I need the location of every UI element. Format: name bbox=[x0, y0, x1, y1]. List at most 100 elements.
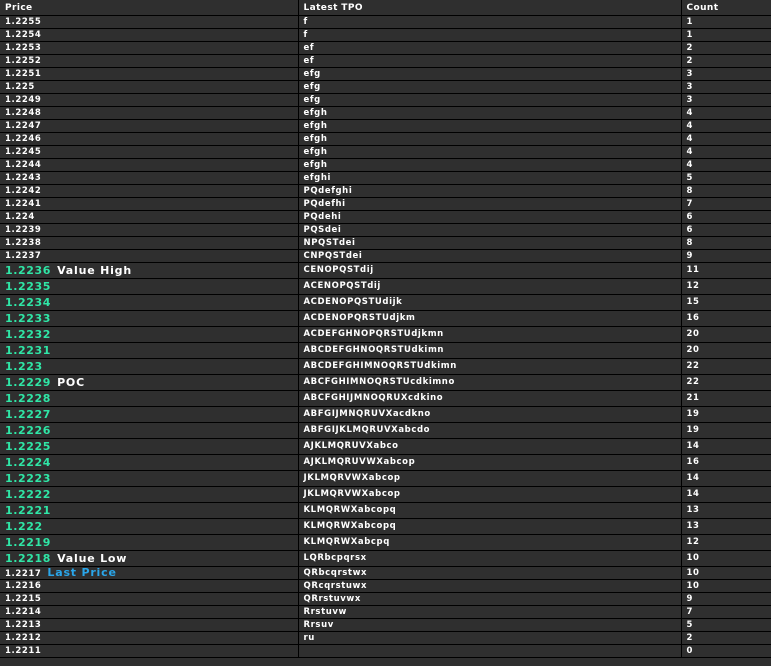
tpo-letters-cell: PQdefhi bbox=[297, 197, 681, 211]
table-row[interactable]: 1.2242 PQdefghi 8 bbox=[0, 184, 771, 198]
table-row[interactable]: 1.2214 Rrstuvw 7 bbox=[0, 605, 771, 619]
tpo-letters-cell: efgh bbox=[297, 158, 681, 172]
table-row[interactable]: 1.2243 efghi 5 bbox=[0, 171, 771, 185]
tpo-table-body: 1.2255 f 1 1.2254 f 1 1.2253 ef 2 1.2252 ef 2 1.2251… bbox=[0, 15, 771, 658]
price-cell: 1.2254 bbox=[0, 28, 298, 42]
table-row[interactable]: 1.2252 ef 2 bbox=[0, 54, 771, 68]
table-row[interactable]: 1.224 PQdehi 6 bbox=[0, 210, 771, 224]
table-row[interactable]: 1.2253 ef 2 bbox=[0, 41, 771, 55]
price-cell: 1.2243 bbox=[0, 171, 298, 185]
price-value: 1.2228 bbox=[5, 391, 52, 405]
tpo-letters-cell: ABCFGHIJMNOQRUXcdkino bbox=[297, 390, 681, 407]
price-value: 1.2216 bbox=[5, 580, 42, 591]
table-row[interactable]: 1.2238 NPQSTdei 8 bbox=[0, 236, 771, 250]
table-row[interactable]: 1.2244 efgh 4 bbox=[0, 158, 771, 172]
price-cell: 1.2221 bbox=[0, 502, 298, 519]
tpo-letters-cell: ABFGIJKLMQRUVXabcdo bbox=[297, 422, 681, 439]
price-cell: 1.2231 bbox=[0, 342, 298, 359]
table-row[interactable]: 1.2225 AJKLMQRUVXabco 14 bbox=[0, 438, 771, 455]
price-cell: 1.2211 bbox=[0, 644, 298, 658]
tpo-letters-cell: LQRbcpqrsx bbox=[297, 550, 681, 567]
price-cell: 1.2216 bbox=[0, 579, 298, 593]
price-cell: 1.2215 bbox=[0, 592, 298, 606]
tpo-letters-cell: ABCFGHIMNOQRSTUcdkimno bbox=[297, 374, 681, 391]
table-row[interactable]: 1.2231 ABCDEFGHNOQRSTUdkimn 20 bbox=[0, 342, 771, 359]
table-row[interactable]: 1.2232 ACDEFGHNOPQRSTUdjkmn 20 bbox=[0, 326, 771, 343]
count-cell: 16 bbox=[680, 454, 771, 471]
price-value: 1.2226 bbox=[5, 423, 52, 437]
tpo-letters-cell: f bbox=[297, 15, 681, 29]
price-cell: 1.2242 bbox=[0, 184, 298, 198]
count-cell: 7 bbox=[680, 197, 771, 211]
price-cell: 1.2232 bbox=[0, 326, 298, 343]
table-row[interactable]: 1.2227 ABFGIJMNQRUVXacdkno 19 bbox=[0, 406, 771, 423]
column-header-count[interactable]: Count bbox=[680, 0, 771, 16]
table-row[interactable]: 1.2211 0 bbox=[0, 644, 771, 658]
price-value: 1.2213 bbox=[5, 619, 42, 630]
count-cell: 12 bbox=[680, 534, 771, 551]
table-row[interactable]: 1.2241 PQdefhi 7 bbox=[0, 197, 771, 211]
table-row[interactable]: 1.2218 Value Low LQRbcpqrsx 10 bbox=[0, 550, 771, 567]
price-value: 1.2231 bbox=[5, 343, 52, 357]
table-row[interactable]: 1.2216 QRcqrstuwx 10 bbox=[0, 579, 771, 593]
table-row[interactable]: 1.2248 efgh 4 bbox=[0, 106, 771, 120]
table-row[interactable]: 1.2233 ACDENOPQRSTUdjkm 16 bbox=[0, 310, 771, 327]
table-row[interactable]: 1.2249 efg 3 bbox=[0, 93, 771, 107]
tpo-letters-cell: QRbcqrstwx bbox=[297, 566, 681, 580]
table-row[interactable]: 1.2219 KLMQRWXabcpq 12 bbox=[0, 534, 771, 551]
poc-label: POC bbox=[57, 375, 85, 389]
table-row[interactable]: 1.2237 CNPQSTdei 9 bbox=[0, 249, 771, 263]
table-row[interactable]: 1.2217 Last Price QRbcqrstwx 10 bbox=[0, 566, 771, 580]
table-row[interactable]: 1.2247 efgh 4 bbox=[0, 119, 771, 133]
price-cell: 1.2235 bbox=[0, 278, 298, 295]
column-header-latest-tpo[interactable]: Latest TPO bbox=[297, 0, 681, 16]
table-row[interactable]: 1.2255 f 1 bbox=[0, 15, 771, 29]
table-row[interactable]: 1.2229 POC ABCFGHIMNOQRSTUcdkimno 22 bbox=[0, 374, 771, 391]
tpo-letters-cell: AJKLMQRUVWXabcop bbox=[297, 454, 681, 471]
price-value: 1.2252 bbox=[5, 55, 42, 66]
count-cell: 3 bbox=[680, 80, 771, 94]
table-row[interactable]: 1.2226 ABFGIJKLMQRUVXabcdo 19 bbox=[0, 422, 771, 439]
table-row[interactable]: 1.2239 PQSdei 6 bbox=[0, 223, 771, 237]
table-row[interactable]: 1.2223 JKLMQRVWXabcop 14 bbox=[0, 470, 771, 487]
table-row[interactable]: 1.2224 AJKLMQRUVWXabcop 16 bbox=[0, 454, 771, 471]
table-row[interactable]: 1.2228 ABCFGHIJMNOQRUXcdkino 21 bbox=[0, 390, 771, 407]
price-cell: 1.2229 POC bbox=[0, 374, 298, 391]
price-cell: 1.2237 bbox=[0, 249, 298, 263]
tpo-letters-cell: efgh bbox=[297, 132, 681, 146]
count-cell: 8 bbox=[680, 184, 771, 198]
table-header-row: Price Latest TPO Count bbox=[0, 0, 771, 16]
tpo-letters-cell: PQdefghi bbox=[297, 184, 681, 198]
price-value: 1.2241 bbox=[5, 198, 42, 209]
tpo-letters-cell: efgh bbox=[297, 145, 681, 159]
price-value: 1.2247 bbox=[5, 120, 42, 131]
table-row[interactable]: 1.2212 ru 2 bbox=[0, 631, 771, 645]
tpo-letters-cell: efghi bbox=[297, 171, 681, 185]
table-row[interactable]: 1.2234 ACDENOPQSTUdijk 15 bbox=[0, 294, 771, 311]
price-cell: 1.225 bbox=[0, 80, 298, 94]
table-row[interactable]: 1.223 ABCDEFGHIMNOQRSTUdkimn 22 bbox=[0, 358, 771, 375]
table-row[interactable]: 1.2213 Rrsuv 5 bbox=[0, 618, 771, 632]
price-cell: 1.222 bbox=[0, 518, 298, 535]
column-header-price[interactable]: Price bbox=[0, 0, 298, 16]
price-cell: 1.2233 bbox=[0, 310, 298, 327]
price-cell: 1.2234 bbox=[0, 294, 298, 311]
tpo-letters-cell: efg bbox=[297, 93, 681, 107]
table-row[interactable]: 1.2235 ACENOPQSTdij 12 bbox=[0, 278, 771, 295]
tpo-letters-cell: Rrsuv bbox=[297, 618, 681, 632]
table-row[interactable]: 1.2222 JKLMQRVWXabcop 14 bbox=[0, 486, 771, 503]
table-row[interactable]: 1.2245 efgh 4 bbox=[0, 145, 771, 159]
price-value: 1.2229 bbox=[5, 375, 52, 389]
table-row[interactable]: 1.2254 f 1 bbox=[0, 28, 771, 42]
table-row[interactable]: 1.2215 QRrstuvwx 9 bbox=[0, 592, 771, 606]
tpo-letters-cell: QRcqrstuwx bbox=[297, 579, 681, 593]
table-row[interactable]: 1.2221 KLMQRWXabcopq 13 bbox=[0, 502, 771, 519]
price-value: 1.2223 bbox=[5, 471, 52, 485]
table-row[interactable]: 1.225 efg 3 bbox=[0, 80, 771, 94]
table-row[interactable]: 1.2236 Value High CENOPQSTdij 11 bbox=[0, 262, 771, 279]
table-row[interactable]: 1.222 KLMQRWXabcopq 13 bbox=[0, 518, 771, 535]
price-value: 1.2249 bbox=[5, 94, 42, 105]
table-row[interactable]: 1.2246 efgh 4 bbox=[0, 132, 771, 146]
price-value: 1.2246 bbox=[5, 133, 42, 144]
table-row[interactable]: 1.2251 efg 3 bbox=[0, 67, 771, 81]
